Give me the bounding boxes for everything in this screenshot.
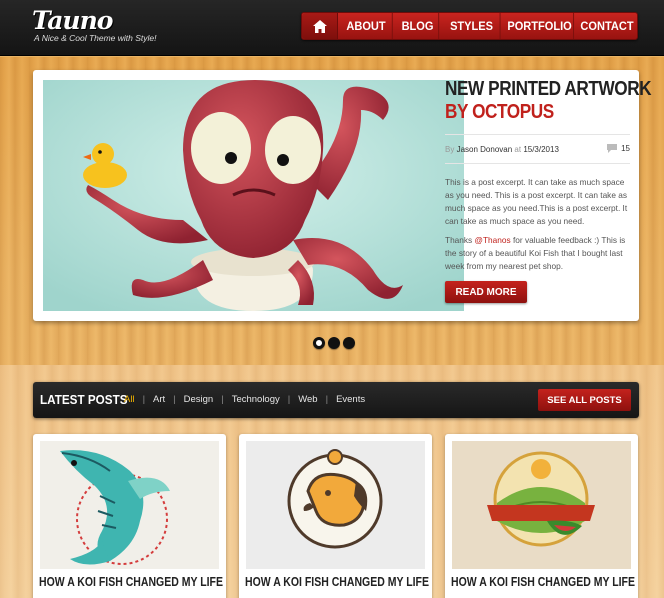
- post-thumbnail[interactable]: [452, 441, 631, 569]
- home-icon: [312, 19, 327, 33]
- nav-contact[interactable]: CONTACT: [579, 13, 634, 39]
- featured-slider: NEW PRINTED ARTWORK BY OCTOPUS By Jason …: [33, 70, 652, 321]
- post-thanks: Thanks @Thanos for valuable feedback :) …: [445, 234, 630, 273]
- date-prefix: at: [514, 144, 522, 154]
- post-card[interactable]: HOW A KOI FISH CHANGED MY LIFE: [239, 434, 432, 598]
- filter-web[interactable]: Web: [298, 394, 317, 405]
- read-more-button[interactable]: READ MORE: [445, 281, 527, 303]
- featured-image[interactable]: [43, 80, 464, 311]
- nav-portfolio[interactable]: PORTFOLIO: [506, 13, 575, 39]
- thanks-prefix: Thanks: [445, 235, 473, 245]
- nav-blog[interactable]: BLOG: [397, 13, 440, 39]
- main-nav: ABOUT BLOG STYLES PORTFOLIO CONTACT: [301, 12, 638, 40]
- boondog-logo-illustration: [246, 441, 425, 569]
- post-thumbnail[interactable]: [40, 441, 219, 569]
- slider-dot-2[interactable]: [328, 337, 340, 349]
- nav-styles[interactable]: STYLES: [443, 13, 501, 39]
- slider-dot-3[interactable]: [343, 337, 355, 349]
- octopus-illustration: [43, 80, 464, 311]
- author-link[interactable]: Jason Donovan: [457, 145, 513, 154]
- nav-about[interactable]: ABOUT: [340, 13, 393, 39]
- comment-count: 15: [621, 144, 630, 153]
- site-logo[interactable]: Tauno: [32, 6, 113, 35]
- see-all-posts-button[interactable]: SEE ALL POSTS: [538, 389, 631, 411]
- filter-art[interactable]: Art: [153, 394, 165, 405]
- latest-posts-heading: LATEST POSTS: [40, 392, 128, 407]
- comment-bubble-icon: [607, 144, 618, 153]
- farm-logo-illustration: [452, 441, 631, 569]
- author-prefix: By: [445, 144, 455, 154]
- nav-home[interactable]: [302, 13, 338, 39]
- thanks-suffix: for valuable feedback :) This is the sto…: [445, 235, 626, 271]
- filter-technology[interactable]: Technology: [232, 394, 280, 405]
- filter-all[interactable]: All: [124, 394, 135, 405]
- koi-fish-illustration: [40, 441, 219, 569]
- latest-posts-bar: LATEST POSTS All | Art | Design | Techno…: [33, 382, 639, 418]
- filter-design[interactable]: Design: [184, 394, 214, 405]
- slider-dot-1[interactable]: [313, 337, 325, 349]
- featured-content: NEW PRINTED ARTWORK BY OCTOPUS By Jason …: [445, 78, 652, 303]
- post-thumbnail[interactable]: [246, 441, 425, 569]
- post-date: 15/3/2013: [523, 144, 559, 154]
- post-meta: By Jason Donovan at 15/3/2013 15: [445, 134, 630, 164]
- site-tagline: A Nice & Cool Theme with Style!: [34, 33, 157, 43]
- featured-subtitle[interactable]: BY OCTOPUS: [445, 101, 604, 124]
- post-card-title[interactable]: HOW A KOI FISH CHANGED MY LIFE: [245, 575, 429, 589]
- mention-link[interactable]: @Thanos: [475, 235, 511, 245]
- post-excerpt: This is a post excerpt. It can take as m…: [445, 177, 628, 226]
- post-card-title[interactable]: HOW A KOI FISH CHANGED MY LIFE: [39, 575, 223, 589]
- post-card[interactable]: HOW A KOI FISH CHANGED MY LIFE: [445, 434, 638, 598]
- post-card[interactable]: HOW A KOI FISH CHANGED MY LIFE: [33, 434, 226, 598]
- comments-link[interactable]: 15: [607, 144, 630, 153]
- post-card-title[interactable]: HOW A KOI FISH CHANGED MY LIFE: [451, 575, 635, 589]
- filter-events[interactable]: Events: [336, 394, 365, 405]
- header: Tauno A Nice & Cool Theme with Style! AB…: [0, 0, 664, 56]
- featured-title[interactable]: NEW PRINTED ARTWORK: [445, 78, 652, 101]
- category-filters: All | Art | Design | Technology | Web | …: [124, 394, 366, 405]
- slider-pagination: [313, 337, 355, 349]
